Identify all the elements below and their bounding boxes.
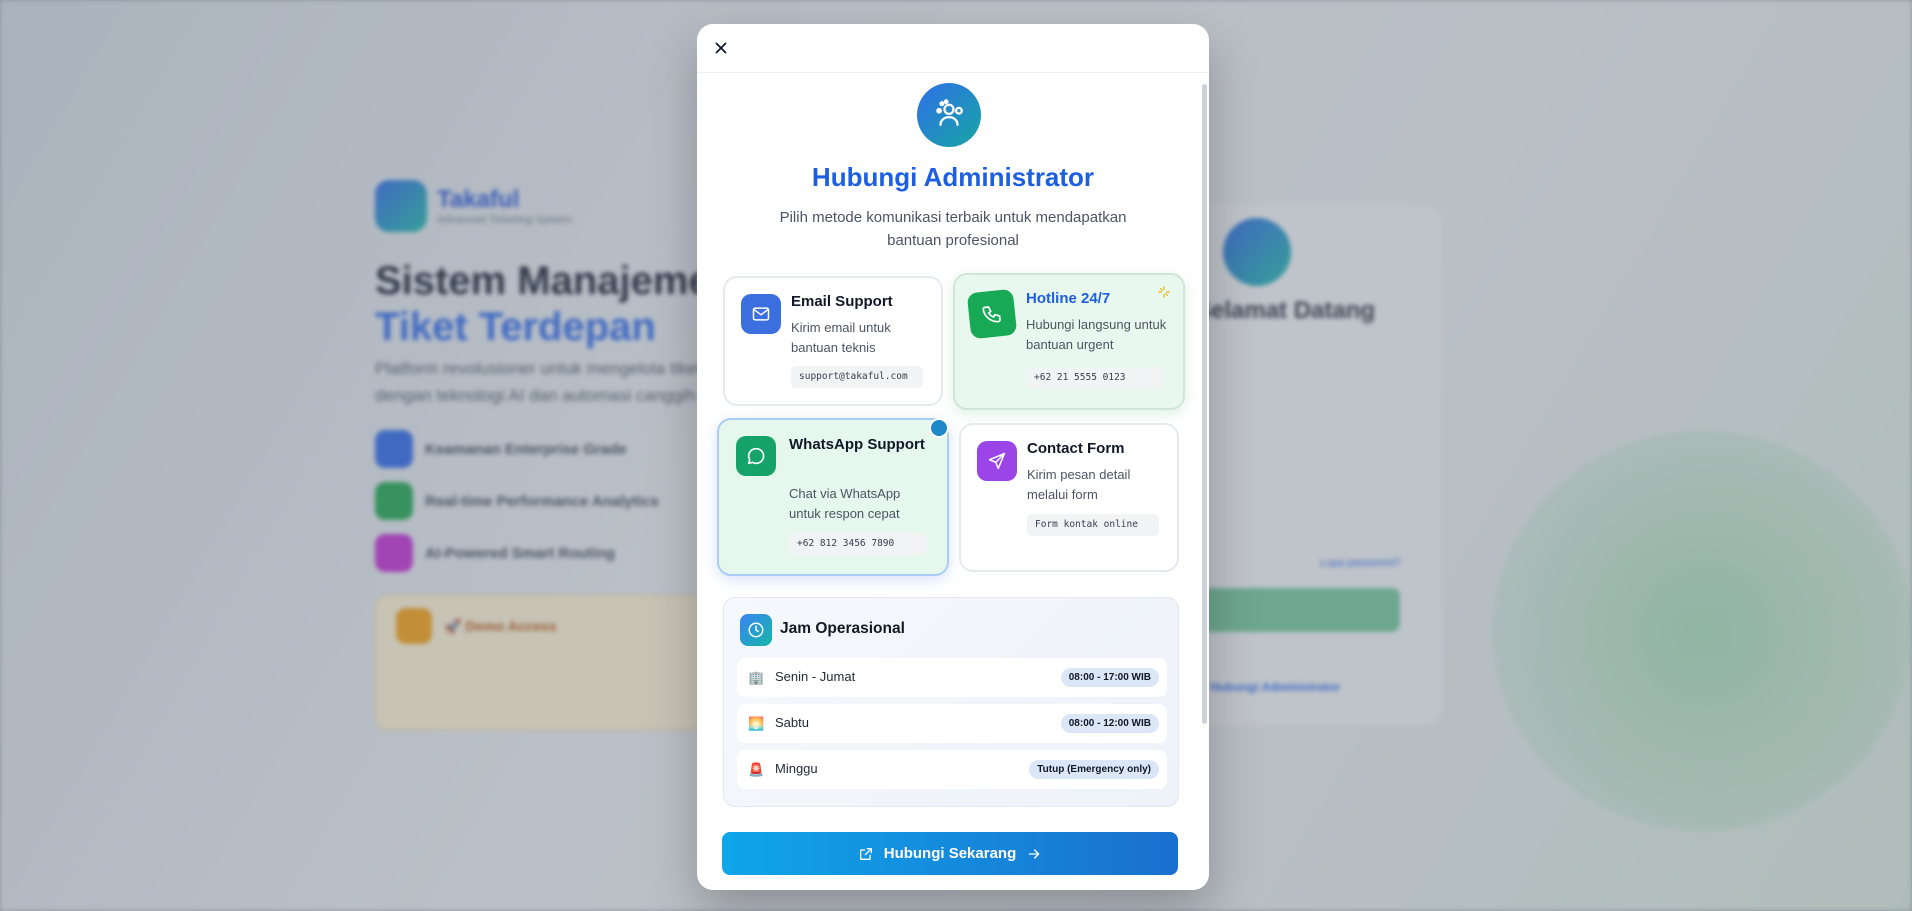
avatar [917,83,981,147]
modal-subtitle: Pilih metode komunikasi terbaik untuk me… [779,209,1127,249]
external-link-icon [859,847,872,860]
selected-badge [929,418,949,438]
email-address: support@takaful.com [791,366,923,388]
hours-time: 08:00 - 12:00 WIB [1060,714,1159,733]
hours-title: Jam Operasional [780,620,905,637]
hours-row: 🌅 Sabtu 08:00 - 12:00 WIB [737,704,1167,743]
modal-header [697,24,1209,73]
hours-time: 08:00 - 17:00 WIB [1060,668,1159,687]
contact-form-card[interactable]: Contact Form Kirim pesan detail melalui … [959,423,1179,572]
hotline-card[interactable]: Hotline 24/7 Hubungi langsung untuk bant… [953,273,1185,410]
card-title: Hotline 24/7 [1026,290,1111,307]
card-title: Email Support [791,293,893,310]
operating-hours-panel: Jam Operasional 🏢 Senin - Jumat 08:00 - … [723,597,1179,807]
clock-icon [740,614,772,646]
hours-time: Tutup (Emergency only) [1029,760,1159,779]
office-icon: 🏢 [748,670,765,685]
card-description: Kirim pesan detail melalui form [1027,467,1131,502]
card-description: Kirim email untuk bantuan teknis [791,320,891,355]
close-button[interactable] [711,38,731,58]
contact-now-button[interactable]: Hubungi Sekarang [722,832,1178,875]
sunrise-icon: 🌅 [748,716,765,731]
whatsapp-number: +62 812 3456 7890 [789,533,927,555]
cta-label: Hubungi Sekarang [883,845,1017,862]
hours-row: 🚨 Minggu Tutup (Emergency only) [737,750,1167,789]
modal-title: Hubungi Administrator [811,162,1095,192]
hours-day: Minggu [775,761,818,776]
form-label: Form kontak online [1027,514,1159,536]
hours-row: 🏢 Senin - Jumat 08:00 - 17:00 WIB [737,658,1167,697]
card-title: Contact Form [1027,440,1125,457]
send-icon [977,441,1017,481]
siren-icon: 🚨 [748,762,765,777]
hotline-number: +62 21 5555 0123 [1026,367,1164,389]
mail-icon [741,294,781,334]
close-icon [715,42,727,54]
chat-bubble-icon [736,436,776,476]
card-description: Hubungi langsung untuk bantuan urgent [1026,317,1167,352]
arrow-right-icon [1028,848,1040,859]
hours-day: Sabtu [775,715,809,730]
whatsapp-support-card[interactable]: WhatsApp Support Chat via WhatsApp untuk… [717,418,949,576]
email-support-card[interactable]: Email Support Kirim email untuk bantuan … [723,276,943,406]
phone-icon [966,288,1018,340]
hours-day: Senin - Jumat [775,669,856,684]
card-title: WhatsApp Support [789,436,925,453]
users-icon [936,99,963,127]
card-description: Chat via WhatsApp untuk respon cepat [789,486,901,521]
contact-admin-modal: Hubungi Administrator Pilih metode komun… [697,24,1209,890]
sparkle-icon [1158,286,1170,298]
